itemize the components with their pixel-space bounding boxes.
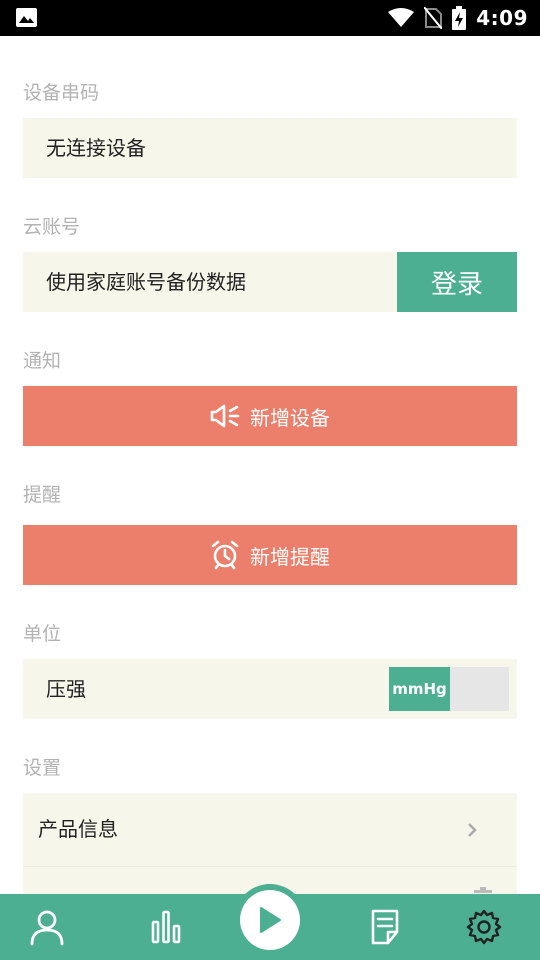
play-button-inner [240, 890, 300, 950]
cloud-account-label: 云账号 [23, 216, 81, 238]
device-serial-label: 设备串码 [23, 82, 100, 104]
selected-unit: mmHg [389, 667, 450, 711]
alarm-clock-icon [211, 540, 239, 570]
image-icon [16, 8, 37, 27]
status-icons: 4:09 [388, 0, 528, 36]
trash-icon [474, 887, 492, 893]
product-info-row[interactable]: 产品信息 [23, 793, 517, 867]
megaphone-icon [210, 404, 240, 428]
gear-icon[interactable] [465, 908, 503, 946]
unit-card: 压强 mmHg [23, 659, 517, 719]
status-bar: 4:09 [0, 0, 540, 36]
cloud-account-card: 使用家庭账号备份数据 登录 [23, 252, 517, 312]
notification-label: 通知 [23, 350, 62, 372]
add-reminder-label: 新增提醒 [250, 544, 330, 569]
play-button[interactable] [234, 884, 306, 956]
cloud-account-description: 使用家庭账号备份数据 [46, 270, 246, 294]
battery-charging-icon [452, 6, 467, 30]
add-device-button[interactable]: 新增设备 [23, 386, 517, 446]
reminder-label: 提醒 [23, 484, 62, 506]
notes-icon[interactable] [366, 908, 404, 946]
wifi-icon [388, 8, 415, 27]
bottom-nav [0, 884, 540, 960]
chevron-right-icon [468, 823, 477, 837]
settings-content[interactable]: 设备串码 无连接设备 云账号 使用家庭账号备份数据 登录 通知 新增设备 提醒 … [0, 36, 540, 894]
pressure-unit-toggle[interactable]: mmHg [389, 667, 509, 711]
user-icon[interactable] [28, 908, 66, 946]
settings-label: 设置 [23, 757, 62, 779]
unit-label: 单位 [23, 623, 62, 645]
login-button[interactable]: 登录 [397, 252, 517, 312]
device-serial-card: 无连接设备 [23, 118, 517, 178]
no-sim-icon [424, 7, 443, 29]
bar-chart-icon[interactable] [147, 908, 185, 946]
add-device-label: 新增设备 [250, 405, 330, 430]
pressure-label: 压强 [46, 677, 86, 701]
add-reminder-button[interactable]: 新增提醒 [23, 525, 517, 585]
play-icon [260, 907, 281, 933]
device-serial-value: 无连接设备 [46, 136, 146, 160]
settings-list: 产品信息 [23, 793, 517, 894]
status-time: 4:09 [476, 6, 528, 30]
product-info-label: 产品信息 [38, 817, 118, 841]
